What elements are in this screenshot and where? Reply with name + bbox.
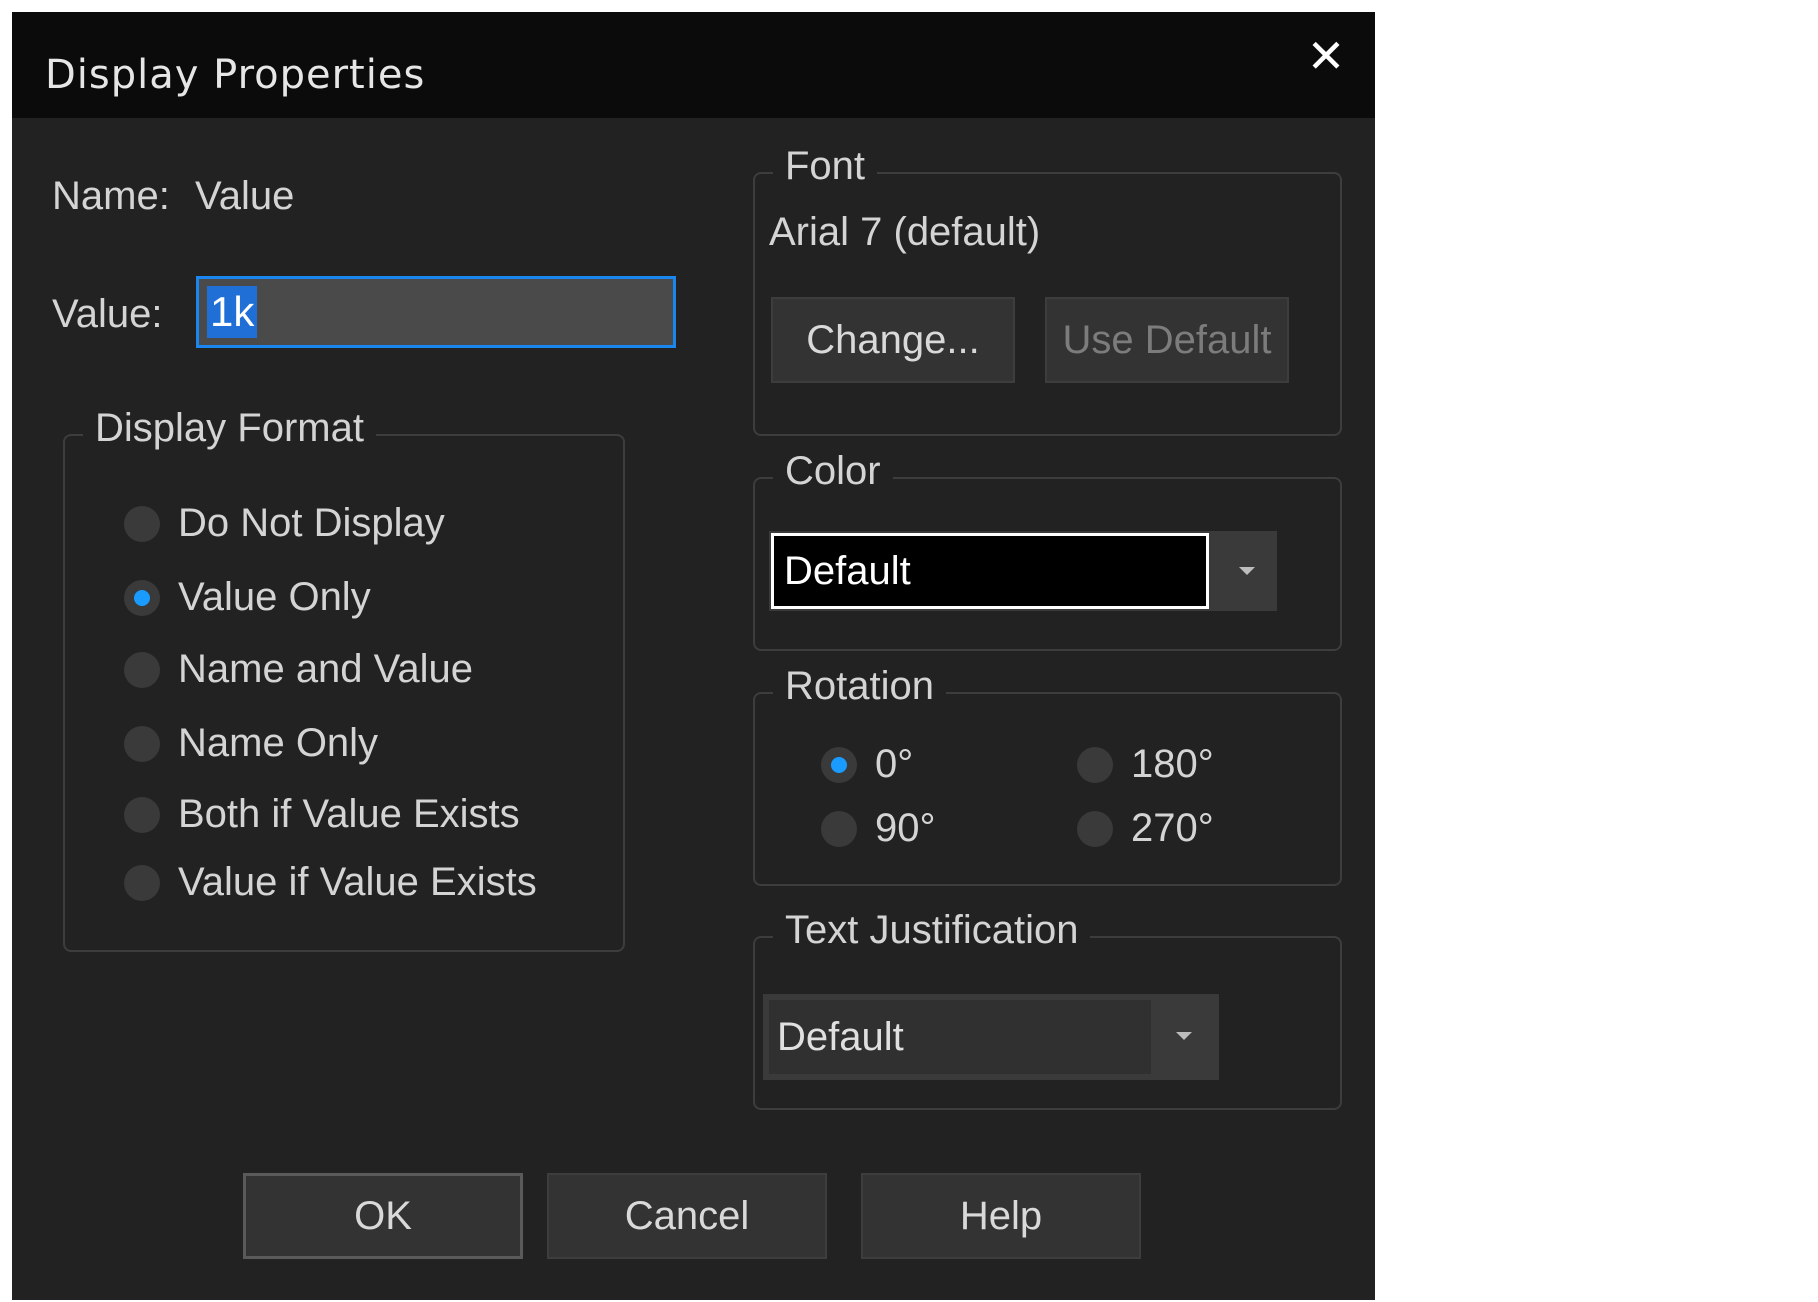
- radio-indicator: [1077, 810, 1113, 847]
- radio-label: 270°: [1131, 806, 1214, 850]
- use-default-button[interactable]: Use Default: [1045, 297, 1289, 383]
- color-group: Color Default: [753, 449, 1342, 651]
- radio-indicator-selected: [821, 746, 857, 783]
- display-properties-dialog: Display Properties ✕ Name: Value Value: …: [12, 12, 1375, 1300]
- rotation-group: Rotation 0° 180° 90° 270°: [753, 664, 1342, 886]
- radio-label: 180°: [1131, 742, 1214, 786]
- radio-rotation-0[interactable]: 0°: [821, 742, 913, 787]
- color-dropdown[interactable]: Default: [769, 531, 1277, 611]
- font-group: Font Arial 7 (default) Change... Use Def…: [753, 144, 1342, 436]
- help-button[interactable]: Help: [861, 1173, 1141, 1259]
- radio-name-and-value[interactable]: Name and Value: [124, 647, 473, 692]
- radio-rotation-90[interactable]: 90°: [821, 806, 936, 851]
- radio-indicator: [124, 864, 160, 901]
- radio-indicator: [124, 505, 160, 542]
- text-justification-dropdown[interactable]: Default: [763, 994, 1219, 1080]
- change-font-button[interactable]: Change...: [771, 297, 1015, 383]
- name-label: Name:: [52, 174, 170, 218]
- radio-label: Value if Value Exists: [178, 860, 537, 904]
- radio-indicator: [1077, 746, 1113, 783]
- radio-label: 90°: [875, 806, 936, 850]
- text-justification-legend: Text Justification: [773, 908, 1091, 953]
- radio-indicator: [124, 651, 160, 688]
- value-input-text: 1k: [207, 286, 258, 338]
- display-format-group: Display Format Do Not Display Value Only…: [63, 406, 625, 952]
- radio-indicator: [124, 725, 160, 762]
- text-justification-value: Default: [777, 1014, 904, 1059]
- chevron-down-icon: [1239, 567, 1255, 575]
- radio-rotation-180[interactable]: 180°: [1077, 742, 1214, 787]
- text-justification-group: Text Justification Default: [753, 908, 1342, 1110]
- value-label: Value:: [52, 292, 163, 336]
- close-icon[interactable]: ✕: [1298, 26, 1354, 86]
- radio-value-if-value-exists[interactable]: Value if Value Exists: [124, 860, 537, 905]
- radio-value-only[interactable]: Value Only: [124, 575, 371, 620]
- ok-button[interactable]: OK: [243, 1173, 523, 1259]
- color-legend: Color: [773, 449, 893, 494]
- radio-rotation-270[interactable]: 270°: [1077, 806, 1214, 851]
- radio-indicator: [124, 796, 160, 833]
- radio-label: Value Only: [178, 575, 371, 619]
- title-bar[interactable]: Display Properties ✕: [12, 12, 1375, 118]
- chevron-down-icon: [1176, 1032, 1192, 1040]
- dropdown-field: Default: [769, 1000, 1151, 1074]
- current-font: Arial 7 (default): [769, 210, 1041, 254]
- rotation-legend: Rotation: [773, 664, 946, 709]
- font-legend: Font: [773, 144, 878, 189]
- radio-indicator: [821, 810, 857, 847]
- dialog-title: Display Properties: [45, 52, 426, 98]
- radio-do-not-display[interactable]: Do Not Display: [124, 501, 445, 546]
- color-swatch: Default: [771, 533, 1209, 609]
- radio-label: Name Only: [178, 721, 379, 765]
- radio-label: 0°: [875, 742, 914, 786]
- radio-label: Name and Value: [178, 647, 473, 691]
- radio-label: Both if Value Exists: [178, 792, 520, 836]
- display-format-legend: Display Format: [83, 406, 376, 451]
- radio-both-if-value-exists[interactable]: Both if Value Exists: [124, 792, 520, 837]
- radio-label: Do Not Display: [178, 501, 445, 545]
- radio-name-only[interactable]: Name Only: [124, 721, 378, 766]
- value-input[interactable]: 1k: [196, 276, 676, 348]
- radio-indicator-selected: [124, 579, 160, 616]
- cancel-button[interactable]: Cancel: [547, 1173, 827, 1259]
- color-dropdown-value: Default: [784, 548, 911, 593]
- name-value: Value: [195, 174, 295, 218]
